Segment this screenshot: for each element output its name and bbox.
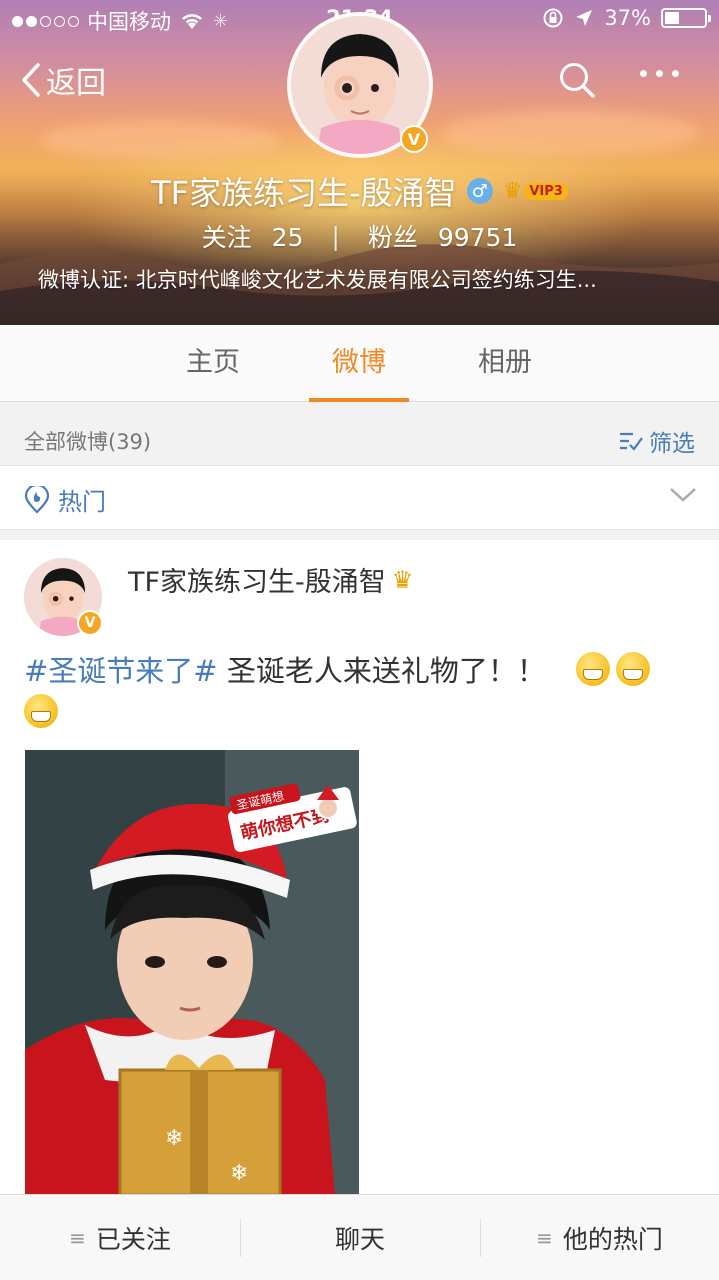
followed-button[interactable]: ≡ 已关注: [0, 1195, 240, 1280]
location-arrow-icon: [576, 10, 593, 26]
grin-emoji-icon: [616, 652, 651, 686]
his-hot-button[interactable]: ≡ 他的热门: [480, 1195, 719, 1280]
verification-text: 微博认证: 北京时代峰峻文化艺术发展有限公司签约练习生...: [38, 268, 597, 292]
post-body-text: 圣诞老人来送礼物了！！: [217, 654, 546, 688]
feed-count-bar: 全部微博(39) 筛选: [0, 412, 719, 464]
crown-icon: ♛: [502, 178, 523, 204]
profile-stats: 关注 25 | 粉丝 99751: [0, 218, 719, 254]
tab-album[interactable]: 相册: [455, 325, 555, 402]
profile-cover: 中国移动 ✳ 21:34 37%: [0, 0, 719, 325]
cover-cloud: [440, 110, 700, 156]
chat-button[interactable]: 聊天: [240, 1195, 480, 1280]
followers-label: 粉丝: [367, 223, 418, 252]
more-icon[interactable]: [640, 70, 679, 77]
bottom-action-bar: ≡ 已关注 聊天 ≡ 他的热门: [0, 1194, 719, 1280]
cover-cloud: [40, 120, 280, 160]
hot-location-icon: [24, 485, 50, 514]
male-gender-icon: ♂: [466, 178, 493, 204]
grin-emoji-icon: [24, 694, 58, 728]
battery-level: [665, 12, 679, 24]
followers-stat[interactable]: 粉丝 99751: [368, 218, 518, 254]
post-image[interactable]: ❄ ❄ 圣诞萌想 萌你想不到: [25, 750, 359, 1195]
following-count: 25: [271, 223, 304, 252]
profile-name-row: TF家族练习生-殷涌智 ♂ ♛ VIP3: [0, 168, 719, 214]
vip-crown-icon: ♛: [391, 565, 414, 594]
grin-emoji-icon: [576, 652, 611, 686]
post-photo: ❄ ❄ 圣诞萌想 萌你想不到: [25, 750, 359, 1195]
filter-icon: [620, 432, 643, 451]
tab-home[interactable]: 主页: [163, 325, 263, 402]
menu-icon: ≡: [69, 1226, 86, 1250]
hot-label: 热门: [58, 488, 106, 516]
following-stat[interactable]: 关注 25: [202, 218, 304, 254]
filter-label: 筛选: [649, 431, 695, 457]
vip-level: VIP3: [524, 182, 568, 200]
vip-badge[interactable]: ♛ VIP3: [503, 179, 568, 204]
his-hot-label: 他的热门: [562, 1225, 663, 1254]
battery-icon: [661, 8, 711, 28]
stats-divider: |: [331, 221, 340, 251]
profile-tabs: 主页 微博 相册: [0, 325, 719, 402]
back-button[interactable]: 返回: [20, 58, 106, 102]
followed-label: 已关注: [95, 1225, 171, 1254]
chevron-left-icon: [22, 63, 40, 97]
hot-sort-label-group: 热门: [24, 482, 106, 517]
post-author-name: TF家族练习生-殷涌智: [128, 567, 386, 598]
hot-sort-bar[interactable]: 热门: [0, 465, 719, 530]
post-author-row[interactable]: TF家族练习生-殷涌智 ♛: [128, 560, 413, 599]
followers-count: 99751: [437, 223, 518, 252]
battery-percent: 37%: [604, 6, 651, 30]
post-count: 全部微博(39): [24, 430, 152, 454]
profile-name: TF家族练习生-殷涌智: [151, 174, 457, 212]
chat-label: 聊天: [334, 1225, 385, 1254]
post-topic-link[interactable]: #圣诞节来了#: [24, 654, 218, 688]
svg-text:❄: ❄: [230, 1161, 248, 1186]
svg-text:❄: ❄: [165, 1126, 183, 1151]
verified-badge-icon: V: [400, 125, 428, 153]
tab-weibo[interactable]: 微博: [309, 325, 409, 402]
rotation-lock-icon: [543, 8, 563, 28]
feed-post: V TF家族练习生-殷涌智 ♛ #圣诞节来了# 圣诞老人来送礼物了！！ ❄ ❄ …: [0, 540, 719, 1200]
post-verified-badge-icon: V: [77, 610, 103, 636]
back-label: 返回: [46, 66, 106, 101]
chevron-down-icon[interactable]: [669, 486, 697, 504]
menu-icon: ≡: [536, 1226, 553, 1250]
post-content: #圣诞节来了# 圣诞老人来送礼物了！！: [24, 650, 694, 734]
following-label: 关注: [201, 223, 252, 252]
filter-button[interactable]: 筛选: [619, 424, 695, 458]
search-icon[interactable]: [557, 60, 597, 100]
